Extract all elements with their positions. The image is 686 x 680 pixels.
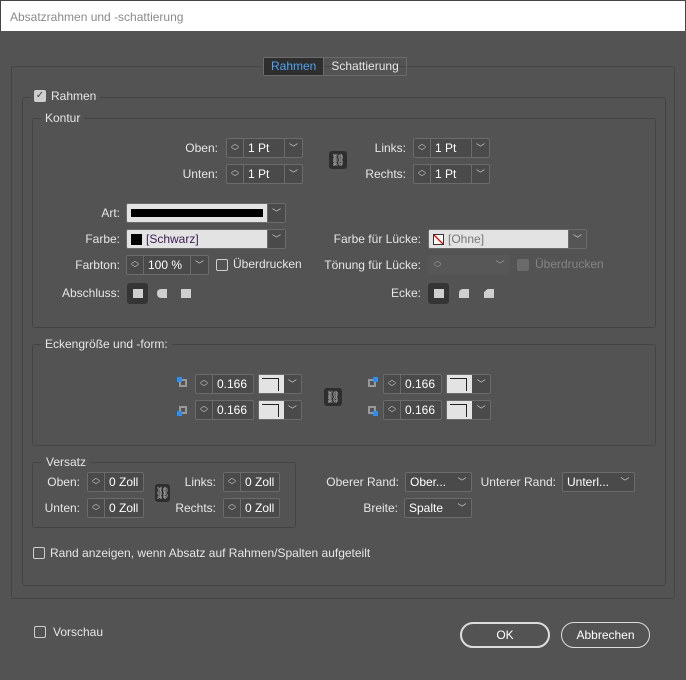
cancel-button[interactable]: Abbrechen (561, 622, 650, 648)
farbton-label: Farbton: (75, 258, 120, 272)
corner-top-right-shape[interactable]: ﹀ (446, 374, 491, 394)
eckengroesse-legend: Eckengröße und -form: (41, 337, 172, 351)
links-label: Links: (374, 141, 406, 155)
versatz-link-icon[interactable]: ⛓ (155, 484, 170, 502)
versatz-oben-label: Oben: (47, 475, 80, 489)
oben-label: Oben: (185, 141, 218, 155)
corner-bottom-right-stepper[interactable]: ︿ ﹀ 0.166 (383, 400, 442, 420)
corner-top-right-stepper[interactable]: ︿ ﹀ 0.166 (383, 374, 442, 394)
vorschau-checkbox[interactable] (34, 626, 46, 638)
abschluss-label: Abschluss: (61, 286, 120, 300)
corner-bottom-left-icon (177, 404, 189, 416)
links-stepper[interactable]: ︿ ﹀ 1 Pt ﹀ (413, 138, 490, 158)
corner-bottom-right-shape[interactable]: ﹀ (446, 400, 491, 420)
title-bar: Absatzrahmen und -schattierung (0, 0, 686, 31)
breite-dropdown[interactable]: Spalte ﹀ (404, 498, 472, 518)
unten-stepper[interactable]: ︿ ﹀ 1 Pt ﹀ (226, 164, 303, 184)
corner-link-icon[interactable]: ⛓ (324, 388, 342, 406)
tab-rahmen[interactable]: Rahmen (264, 58, 324, 75)
unterer-rand-label: Unterer Rand: (480, 475, 556, 489)
versatz-rechts-label: Rechts: (175, 501, 216, 515)
window-title: Absatzrahmen und -schattierung (10, 10, 184, 24)
corner-top-left-shape[interactable]: ﹀ (258, 374, 302, 394)
corner-top-right-icon (366, 377, 378, 389)
corner-bottom-left-shape[interactable]: ﹀ (258, 400, 302, 420)
rahmen-checkbox[interactable]: ✓ (34, 90, 46, 102)
corner-top-left-icon (177, 377, 189, 389)
color-swatch-icon (131, 233, 142, 245)
toenung-luecke-stepper[interactable]: ︿ ﹀ ﹀ (428, 255, 510, 275)
vorschau-label: Vorschau (53, 625, 104, 639)
art-label: Art: (101, 206, 120, 220)
oben-stepper[interactable]: ︿ ﹀ 1 Pt ﹀ (226, 138, 303, 158)
art-dropdown[interactable]: ﹀ (126, 203, 286, 223)
oberer-rand-label: Oberer Rand: (326, 475, 399, 489)
eckengroesse-group (32, 344, 656, 446)
breite-label: Breite: (363, 501, 398, 515)
kontur-legend: Kontur (41, 111, 85, 125)
ueberdrucken-label: Überdrucken (233, 257, 302, 271)
rahmen-legend: ✓ Rahmen (30, 89, 101, 103)
toenung-luecke-label: Tönung für Lücke: (324, 258, 421, 272)
farbe-luecke-dropdown[interactable]: [Ohne] ﹀ (428, 229, 587, 249)
rand-anzeigen-checkbox[interactable] (33, 547, 45, 559)
ecke-label: Ecke: (390, 286, 421, 300)
versatz-unten-label: Unten: (44, 501, 80, 515)
rand-anzeigen-label: Rand anzeigen, wenn Absatz auf Rahmen/Sp… (50, 546, 371, 560)
unterer-rand-dropdown[interactable]: Unterl... ﹀ (562, 472, 635, 492)
farbton-stepper[interactable]: ︿ ﹀ 100 % ﹀ (126, 255, 209, 275)
corner-bottom-left-stepper[interactable]: ︿ ﹀ 0.166 (195, 400, 254, 420)
tab-bar: Rahmen Schattierung (263, 57, 407, 76)
cap-square-icon[interactable] (175, 283, 196, 304)
versatz-oben-stepper[interactable]: ︿ ﹀ 0 Zoll (87, 472, 144, 492)
corner-top-left-stepper[interactable]: ︿ ﹀ 0.166 (195, 374, 254, 394)
join-round-icon[interactable] (453, 283, 474, 304)
farbe-label: Farbe: (85, 232, 120, 246)
versatz-legend: Versatz (42, 455, 91, 469)
corner-bottom-right-icon (366, 404, 378, 416)
cap-round-icon[interactable] (151, 283, 172, 304)
oberer-rand-dropdown[interactable]: Ober... ﹀ (405, 472, 472, 492)
kontur-group (32, 118, 656, 328)
join-miter-icon[interactable] (428, 283, 449, 304)
unten-label: Unten: (182, 167, 218, 181)
versatz-links-stepper[interactable]: ︿ ﹀ 0 Zoll (223, 472, 280, 492)
cap-butt-icon[interactable] (127, 283, 148, 304)
versatz-unten-stepper[interactable]: ︿ ﹀ 0 Zoll (87, 498, 144, 518)
join-bevel-icon[interactable] (478, 283, 499, 304)
none-swatch-icon (433, 233, 444, 245)
rahmen-label: Rahmen (51, 89, 97, 103)
rechts-label: Rechts: (365, 167, 406, 181)
farbe-luecke-label: Farbe für Lücke: (333, 232, 421, 246)
versatz-rechts-stepper[interactable]: ︿ ﹀ 0 Zoll (223, 498, 280, 518)
link-icon[interactable]: ⛓ (329, 151, 347, 169)
rechts-stepper[interactable]: ︿ ﹀ 1 Pt ﹀ (413, 164, 490, 184)
ueberdrucken-luecke-checkbox[interactable] (517, 259, 529, 271)
ueberdrucken-checkbox[interactable] (216, 259, 228, 271)
farbe-dropdown[interactable]: [Schwarz] ﹀ (126, 229, 286, 249)
tab-schattierung[interactable]: Schattierung (323, 58, 405, 75)
stroke-preview (131, 209, 263, 217)
versatz-links-label: Links: (184, 475, 216, 489)
ueberdrucken-luecke-label: Überdrucken (535, 257, 604, 271)
ok-button[interactable]: OK (460, 622, 550, 648)
